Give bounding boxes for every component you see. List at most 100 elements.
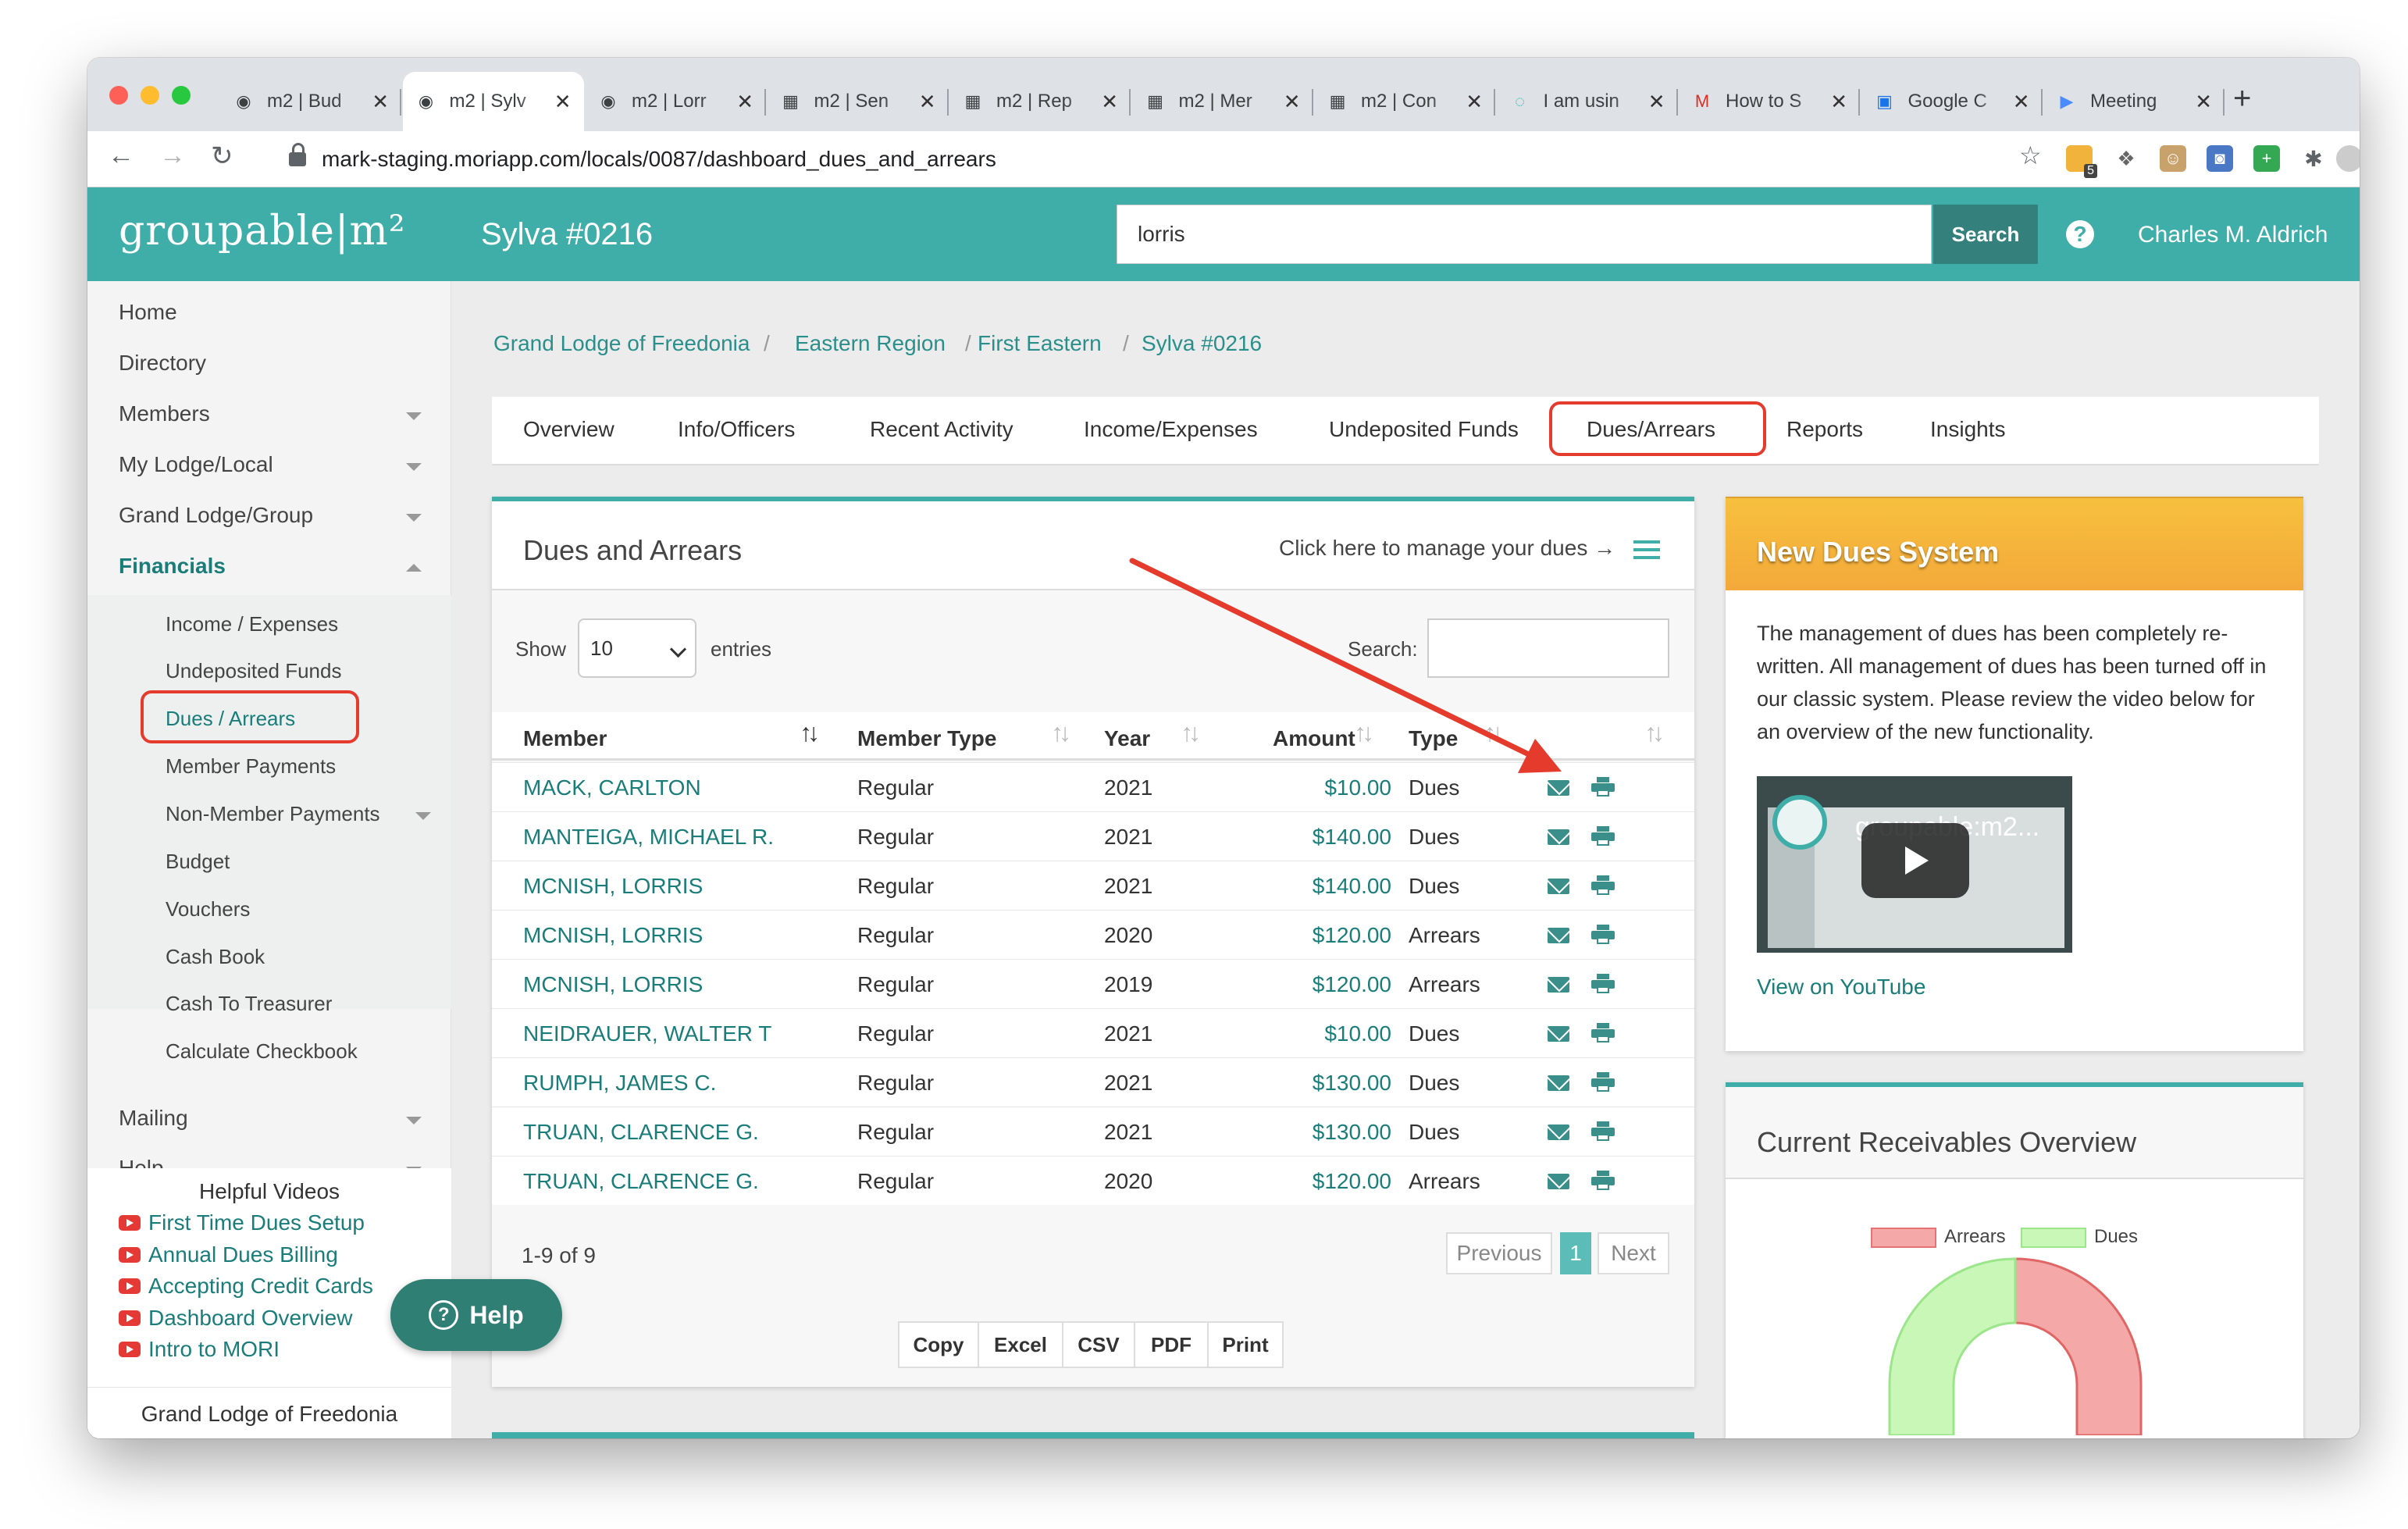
user-menu[interactable]: Charles M. Aldrich bbox=[2138, 222, 2328, 248]
browser-tab[interactable]: ◌ I am usin ✕ bbox=[1497, 72, 1678, 131]
pdf-button[interactable]: PDF bbox=[1134, 1321, 1209, 1368]
video-link-intro[interactable]: Intro to MORI bbox=[119, 1337, 280, 1362]
amount-link[interactable]: $10.00 bbox=[1251, 775, 1391, 800]
excel-button[interactable]: Excel bbox=[978, 1321, 1063, 1368]
search-button[interactable]: Search bbox=[1933, 205, 2038, 264]
view-on-youtube-link[interactable]: View on YouTube bbox=[1757, 975, 1925, 1000]
tab-undeposited-funds[interactable]: Undeposited Funds bbox=[1329, 417, 1519, 442]
amount-link[interactable]: $130.00 bbox=[1251, 1120, 1391, 1145]
reload-icon[interactable]: ↻ bbox=[211, 141, 233, 172]
next-page-button[interactable]: Next bbox=[1598, 1232, 1669, 1274]
sort-icon[interactable]: ↑↓ bbox=[1644, 718, 1665, 747]
page-1-button[interactable]: 1 bbox=[1560, 1232, 1591, 1274]
print-icon[interactable] bbox=[1591, 974, 1615, 994]
entries-select[interactable]: 10 bbox=[578, 618, 696, 678]
sort-icon[interactable]: ↑↓ bbox=[1354, 718, 1374, 747]
close-tab-icon[interactable]: ✕ bbox=[1284, 90, 1301, 114]
help-button[interactable]: ? Help bbox=[390, 1279, 562, 1351]
email-icon[interactable] bbox=[1548, 879, 1569, 894]
col-amount[interactable]: Amount bbox=[1273, 712, 1355, 761]
extension-face-icon[interactable]: ☺ bbox=[2160, 145, 2186, 172]
amount-link[interactable]: $140.00 bbox=[1251, 874, 1391, 899]
minimize-window-button[interactable] bbox=[141, 86, 159, 105]
print-icon[interactable] bbox=[1591, 826, 1615, 846]
member-link[interactable]: MCNISH, LORRIS bbox=[523, 972, 703, 997]
tab-recent-activity[interactable]: Recent Activity bbox=[870, 417, 1013, 442]
sidebar-item-mailing[interactable]: Mailing bbox=[119, 1106, 188, 1131]
email-icon[interactable] bbox=[1548, 1124, 1569, 1140]
print-icon[interactable] bbox=[1591, 1171, 1615, 1191]
member-link[interactable]: MCNISH, LORRIS bbox=[523, 874, 703, 899]
amount-link[interactable]: $120.00 bbox=[1251, 1169, 1391, 1194]
camera-icon[interactable]: ◙ bbox=[2207, 145, 2233, 172]
sidebar-sub-income-expenses[interactable]: Income / Expenses bbox=[166, 612, 338, 636]
member-link[interactable]: RUMPH, JAMES C. bbox=[523, 1071, 716, 1096]
breadcrumb-lodge[interactable]: Sylva #0216 bbox=[1142, 331, 1262, 356]
close-tab-icon[interactable]: ✕ bbox=[1101, 90, 1118, 114]
col-member[interactable]: Member bbox=[523, 712, 607, 761]
tab-reports[interactable]: Reports bbox=[1786, 417, 1863, 442]
close-tab-icon[interactable]: ✕ bbox=[372, 90, 389, 114]
close-window-button[interactable] bbox=[109, 86, 128, 105]
dues-slice[interactable] bbox=[1888, 1257, 2017, 1435]
sidebar-item-my-lodge[interactable]: My Lodge/Local bbox=[119, 452, 273, 477]
col-type[interactable]: Type bbox=[1409, 712, 1458, 761]
sidebar-sub-calculate-checkbook[interactable]: Calculate Checkbook bbox=[166, 1039, 358, 1064]
member-link[interactable]: TRUAN, CLARENCE G. bbox=[523, 1120, 759, 1145]
arrears-slice[interactable] bbox=[2014, 1257, 2143, 1435]
bookmark-star-icon[interactable]: ☆ bbox=[2019, 141, 2042, 170]
email-icon[interactable] bbox=[1548, 1075, 1569, 1091]
amount-link[interactable]: $140.00 bbox=[1251, 825, 1391, 850]
sort-icon[interactable]: ↑↓ bbox=[1181, 718, 1201, 747]
sidebar-item-financials[interactable]: Financials bbox=[119, 554, 226, 579]
email-icon[interactable] bbox=[1548, 1174, 1569, 1189]
sidebar-sub-cash-to-treasurer[interactable]: Cash To Treasurer bbox=[166, 992, 332, 1016]
browser-tab[interactable]: ◉ m2 | Lorr ✕ bbox=[585, 72, 766, 131]
print-icon[interactable] bbox=[1591, 1121, 1615, 1142]
browser-tab[interactable]: ▶ Meeting ✕ bbox=[2043, 72, 2225, 131]
chevron-up-icon[interactable] bbox=[406, 564, 422, 572]
amount-link[interactable]: $10.00 bbox=[1251, 1021, 1391, 1046]
back-icon[interactable]: ← bbox=[108, 141, 134, 171]
table-search-input[interactable] bbox=[1427, 618, 1669, 678]
puzzle-icon[interactable]: ✱ bbox=[2300, 145, 2327, 172]
video-link-first-time[interactable]: First Time Dues Setup bbox=[119, 1210, 365, 1235]
close-tab-icon[interactable]: ✕ bbox=[2195, 90, 2212, 114]
close-tab-icon[interactable]: ✕ bbox=[554, 90, 572, 114]
breadcrumb-grand-lodge[interactable]: Grand Lodge of Freedonia bbox=[493, 331, 750, 356]
chevron-down-icon[interactable] bbox=[406, 412, 422, 420]
browser-tab[interactable]: M How to S ✕ bbox=[1679, 72, 1860, 131]
print-icon[interactable] bbox=[1591, 777, 1615, 797]
new-tab-button[interactable]: + bbox=[2233, 81, 2251, 116]
chevron-down-icon[interactable] bbox=[406, 1117, 422, 1124]
sidebar-sub-undeposited-funds[interactable]: Undeposited Funds bbox=[166, 659, 341, 683]
print-button[interactable]: Print bbox=[1207, 1321, 1284, 1368]
maximize-window-button[interactable] bbox=[172, 86, 191, 105]
extension-badge-icon[interactable]: 5 bbox=[2066, 145, 2097, 178]
browser-tab[interactable]: ◉ m2 | Bud ✕ bbox=[220, 72, 401, 131]
profile-avatar-icon[interactable] bbox=[2336, 145, 2360, 172]
dropbox-icon[interactable]: ❖ bbox=[2113, 145, 2139, 172]
email-icon[interactable] bbox=[1548, 928, 1569, 943]
member-link[interactable]: MANTEIGA, MICHAEL R. bbox=[523, 825, 774, 850]
breadcrumb-region[interactable]: Eastern Region bbox=[795, 331, 946, 356]
col-year[interactable]: Year bbox=[1104, 712, 1150, 761]
print-icon[interactable] bbox=[1591, 1023, 1615, 1043]
browser-tab[interactable]: ◉ m2 | Sylv ✕ bbox=[402, 72, 584, 131]
video-link-annual-dues[interactable]: Annual Dues Billing bbox=[119, 1242, 338, 1267]
member-link[interactable]: TRUAN, CLARENCE G. bbox=[523, 1169, 759, 1194]
csv-button[interactable]: CSV bbox=[1062, 1321, 1135, 1368]
sort-icon[interactable]: ↑↓ bbox=[1484, 718, 1504, 747]
email-icon[interactable] bbox=[1548, 829, 1569, 845]
email-icon[interactable] bbox=[1548, 780, 1569, 796]
tab-overview[interactable]: Overview bbox=[523, 417, 614, 442]
member-link[interactable]: MCNISH, LORRIS bbox=[523, 923, 703, 948]
tab-insights[interactable]: Insights bbox=[1930, 417, 2006, 442]
tab-info-officers[interactable]: Info/Officers bbox=[678, 417, 795, 442]
video-link-credit-cards[interactable]: Accepting Credit Cards bbox=[119, 1274, 373, 1299]
print-icon[interactable] bbox=[1591, 1072, 1615, 1092]
breadcrumb-district[interactable]: First Eastern bbox=[978, 331, 1102, 356]
close-tab-icon[interactable]: ✕ bbox=[1648, 90, 1665, 114]
sidebar-sub-non-member-payments[interactable]: Non-Member Payments bbox=[166, 802, 380, 826]
close-tab-icon[interactable]: ✕ bbox=[1466, 90, 1483, 114]
